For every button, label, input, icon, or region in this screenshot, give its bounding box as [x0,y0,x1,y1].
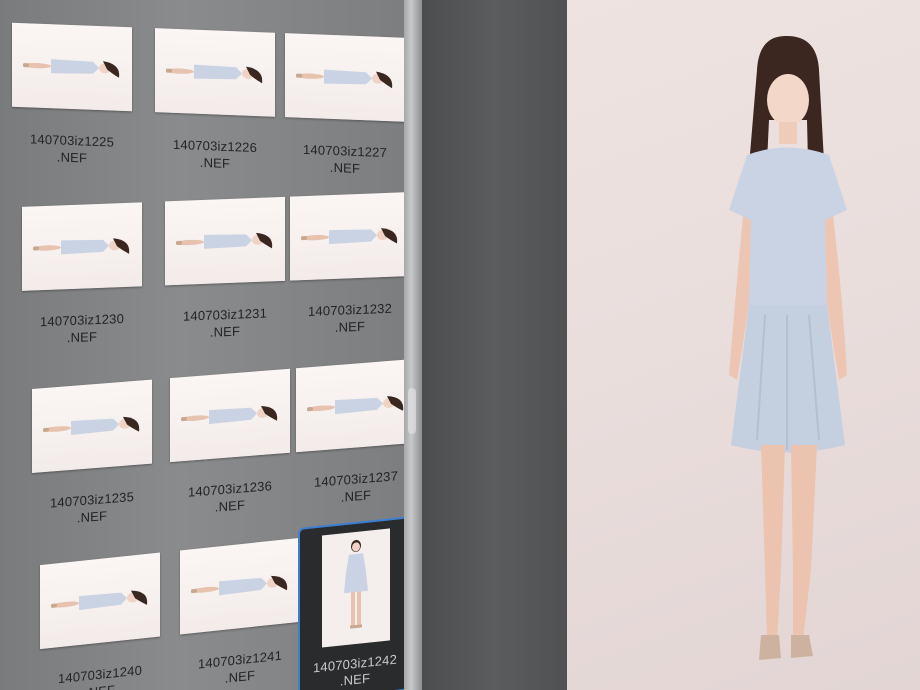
thumbnail-row-2: 140703iz1230 .NEF 140703iz1231 .NEF 1407… [0,191,404,358]
thumbnail-image[interactable] [285,33,404,122]
thumbnail-cell[interactable]: 140703iz1236 .NEF [164,368,296,528]
reclining-model-figure [296,69,393,89]
panel-divider[interactable] [404,0,422,690]
reclining-model-figure [51,590,148,611]
thumbnail-image[interactable] [290,192,404,281]
thumbnail-cell[interactable]: 140703iz1235 .NEF [26,379,158,539]
thumbnail-image[interactable] [22,202,142,291]
thumbnail-grid: 140703iz1225 .NEF 140703iz1226 .NEF 1407… [0,22,404,690]
standing-model-figure [344,539,368,629]
preview-image-model [729,35,847,660]
thumbnail-extension: .NEF [199,154,231,172]
reclining-model-figure [176,232,273,249]
reclining-model-figure [23,59,120,78]
thumbnail-image[interactable] [40,552,160,650]
thumbnail-row-1: 140703iz1225 .NEF 140703iz1226 .NEF 1407… [0,22,404,189]
thumbnail-cell[interactable]: 140703iz1227 .NEF [279,33,404,188]
thumbnail-image[interactable] [296,358,404,453]
reclining-model-figure [191,575,288,596]
thumbnail-cell[interactable]: 140703iz1231 .NEF [159,196,291,352]
thumbnail-image[interactable] [32,379,152,474]
thumbnail-extension: .NEF [329,159,361,177]
thumbnail-cell[interactable]: 140703iz1226 .NEF [149,28,281,183]
reclining-model-figure [43,416,140,435]
preview-gutter [422,0,567,690]
thumbnail-image[interactable] [165,196,285,286]
thumbnail-image[interactable] [155,28,275,117]
thumbnail-image[interactable] [322,528,390,648]
thumbnail-browser-panel: 140703iz1225 .NEF 140703iz1226 .NEF 1407… [0,0,404,690]
reclining-model-figure [301,228,398,245]
reclining-model-figure [307,396,404,415]
main-preview-panel [567,0,920,690]
thumbnail-cell[interactable]: 140703iz1230 .NEF [16,202,148,357]
scrollbar-thumb[interactable] [408,388,416,434]
reclining-model-figure [181,405,278,425]
thumbnail-image[interactable] [12,22,132,112]
thumbnail-cell[interactable]: 140703iz1240 .NEF [34,552,166,690]
thumbnail-cell[interactable]: 140703iz1237 .NEF [290,358,404,518]
thumbnail-extension: .NEF [56,149,88,166]
reclining-model-figure [166,64,263,84]
reclining-model-figure [33,238,130,255]
thumbnail-cell[interactable]: 140703iz1241 .NEF [174,537,306,690]
thumbnail-row-3: 140703iz1235 .NEF 140703iz1236 .NEF 1407… [0,358,404,542]
thumbnail-image[interactable] [170,368,290,463]
thumbnail-cell[interactable]: 140703iz1232 .NEF [284,192,404,347]
thumbnail-extension: .NEF [66,329,98,346]
thumbnail-extension: .NEF [209,323,241,340]
thumbnail-filename: 140703iz1232 [307,300,393,319]
thumbnail-extension: .NEF [334,318,366,335]
thumbnail-cell[interactable]: 140703iz1225 .NEF [6,22,138,177]
thumbnail-row-4: 140703iz1240 .NEF 140703iz1241 .NEF [0,515,404,690]
thumbnail-cell-selected[interactable]: 140703iz1242 .NEF [298,515,404,690]
thumbnail-image[interactable] [180,537,300,635]
